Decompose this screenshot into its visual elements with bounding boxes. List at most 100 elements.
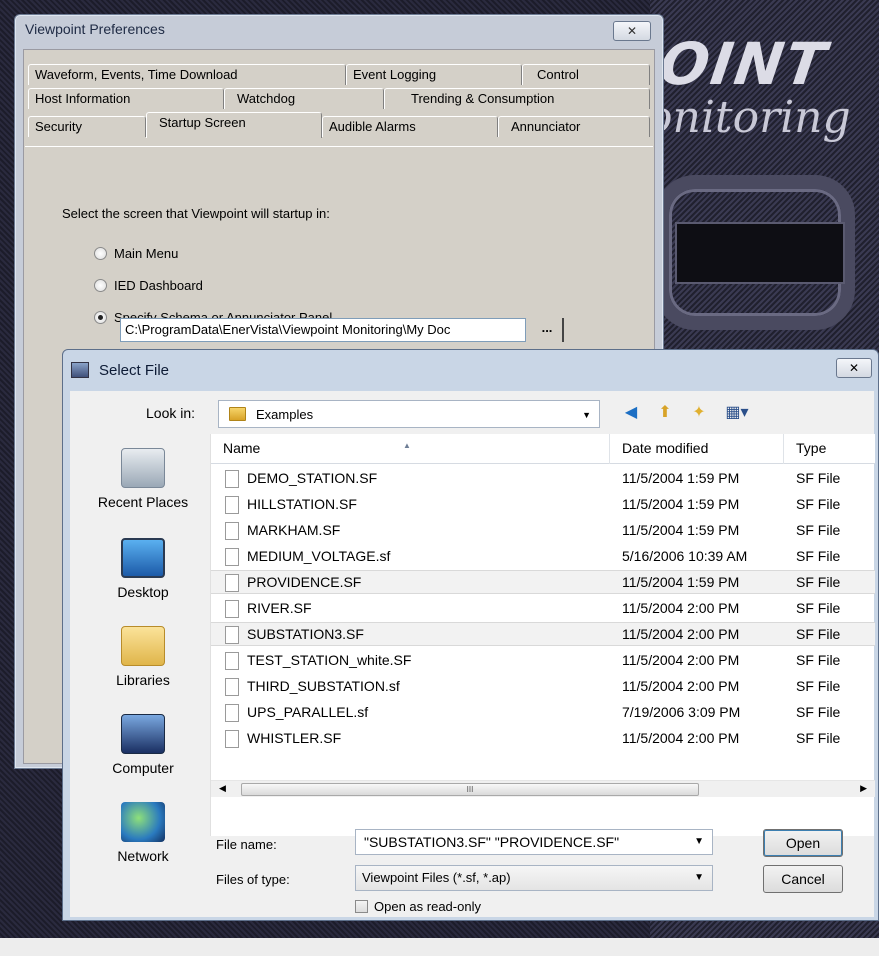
radio-button-checked[interactable] — [94, 311, 107, 324]
read-only-label: Open as read-only — [374, 899, 481, 914]
column-header-date[interactable]: Date modified — [610, 434, 784, 464]
places-bar: Recent Places Desktop Libraries Computer… — [82, 434, 204, 864]
close-icon: ✕ — [626, 24, 638, 38]
radio-main-menu[interactable]: Main Menu — [94, 246, 178, 261]
file-type: SF File — [796, 678, 841, 694]
file-date: 11/5/2004 1:59 PM — [622, 470, 740, 486]
place-network[interactable]: Network — [82, 802, 204, 864]
file-row[interactable]: HILLSTATION.SF 11/5/2004 1:59 PM SF File — [211, 493, 875, 517]
file-row-selected[interactable]: SUBSTATION3.SF 11/5/2004 2:00 PM SF File — [211, 622, 875, 646]
close-icon: ✕ — [848, 361, 860, 375]
preferences-title: Viewpoint Preferences — [25, 21, 165, 37]
file-name: RIVER.SF — [247, 600, 312, 616]
tab-event-logging[interactable]: Event Logging — [346, 64, 522, 85]
place-libraries[interactable]: Libraries — [82, 626, 204, 688]
dialog-close-button[interactable]: ✕ — [836, 358, 872, 378]
file-row[interactable]: DEMO_STATION.SF 11/5/2004 1:59 PM SF Fil… — [211, 467, 875, 491]
radio-button[interactable] — [94, 247, 107, 260]
column-header-name[interactable]: ▲ Name — [211, 434, 610, 464]
tab-trending-consumption[interactable]: Trending & Consumption — [384, 88, 650, 109]
file-name: PROVIDENCE.SF — [247, 574, 362, 590]
file-icon — [225, 574, 239, 592]
open-button[interactable]: Open — [763, 829, 843, 857]
chevron-down-icon[interactable]: ▼ — [694, 830, 704, 854]
place-computer[interactable]: Computer — [82, 714, 204, 776]
file-type: SF File — [796, 522, 841, 538]
place-desktop[interactable]: Desktop — [82, 538, 204, 600]
file-icon — [225, 470, 239, 488]
radio-label: IED Dashboard — [114, 278, 203, 293]
scrollbar-grip: III — [466, 785, 474, 794]
back-icon[interactable]: ◀ — [620, 402, 642, 424]
file-row[interactable]: UPS_PARALLEL.sf 7/19/2006 3:09 PM SF Fil… — [211, 701, 875, 725]
dialog-toolbar: ◀ ⬆ ✦ ▦▾ — [620, 402, 752, 424]
file-date: 11/5/2004 1:59 PM — [622, 496, 740, 512]
file-name: TEST_STATION_white.SF — [247, 652, 412, 668]
column-label: Date modified — [622, 440, 709, 456]
file-date: 11/5/2004 2:00 PM — [622, 626, 740, 642]
files-of-type-dropdown[interactable]: Viewpoint Files (*.sf, *.ap) ▼ — [355, 865, 713, 891]
new-folder-icon[interactable]: ✦ — [688, 402, 710, 424]
file-name-input[interactable]: "SUBSTATION3.SF" "PROVIDENCE.SF" ▼ — [355, 829, 713, 855]
taskbar-strip — [0, 938, 879, 956]
desktop-icon — [121, 538, 165, 578]
file-row-selected[interactable]: PROVIDENCE.SF 11/5/2004 1:59 PM SF File — [211, 570, 875, 594]
view-menu-icon[interactable]: ▦▾ — [722, 402, 752, 424]
file-row[interactable]: RIVER.SF 11/5/2004 2:00 PM SF File — [211, 597, 875, 621]
radio-label: Main Menu — [114, 246, 179, 261]
file-date: 11/5/2004 1:59 PM — [622, 574, 740, 590]
file-type: SF File — [796, 704, 841, 720]
cancel-button[interactable]: Cancel — [763, 865, 843, 893]
look-in-dropdown[interactable]: Examples ▼ — [218, 400, 600, 428]
sort-ascending-icon: ▲ — [403, 441, 411, 450]
tab-annunciator[interactable]: Annunciator — [498, 116, 650, 137]
column-header-type[interactable]: Type — [784, 434, 875, 464]
file-name-value: "SUBSTATION3.SF" "PROVIDENCE.SF" — [364, 834, 620, 850]
file-row[interactable]: MARKHAM.SF 11/5/2004 1:59 PM SF File — [211, 519, 875, 543]
file-row[interactable]: TEST_STATION_white.SF 11/5/2004 2:00 PM … — [211, 649, 875, 673]
tab-startup-screen[interactable]: Startup Screen — [146, 112, 322, 138]
column-label: Type — [796, 440, 827, 456]
dialog-title: Select File — [99, 361, 170, 379]
file-name: MARKHAM.SF — [247, 522, 341, 538]
scroll-left-icon[interactable]: ◀ — [219, 783, 226, 794]
read-only-option[interactable]: Open as read-only — [355, 899, 481, 914]
horizontal-scrollbar[interactable]: ◀ III ▶ — [211, 780, 875, 797]
libraries-icon — [121, 626, 165, 666]
file-date: 11/5/2004 2:00 PM — [622, 652, 740, 668]
preferences-close-button[interactable]: ✕ — [613, 21, 651, 41]
tab-watchdog[interactable]: Watchdog — [224, 88, 384, 109]
file-row[interactable]: MEDIUM_VOLTAGE.sf 5/16/2006 10:39 AM SF … — [211, 545, 875, 569]
place-recent-places[interactable]: Recent Places — [82, 448, 204, 510]
file-date: 11/5/2004 2:00 PM — [622, 730, 740, 746]
tab-audible-alarms[interactable]: Audible Alarms — [322, 116, 498, 137]
file-name: DEMO_STATION.SF — [247, 470, 378, 486]
tab-security[interactable]: Security — [28, 116, 146, 137]
file-icon — [225, 704, 239, 722]
browse-button[interactable]: ... — [532, 318, 564, 342]
file-row[interactable]: THIRD_SUBSTATION.sf 11/5/2004 2:00 PM SF… — [211, 675, 875, 699]
look-in-label: Look in: — [146, 405, 196, 421]
tab-waveform-events[interactable]: Waveform, Events, Time Download — [28, 64, 346, 85]
radio-ied-dashboard[interactable]: IED Dashboard — [94, 278, 203, 293]
schema-path-input[interactable]: C:\ProgramData\EnerVista\Viewpoint Monit… — [120, 318, 526, 342]
scrollbar-thumb[interactable]: III — [241, 783, 699, 796]
radio-button[interactable] — [94, 279, 107, 292]
tab-control[interactable]: Control — [522, 64, 650, 85]
scroll-right-icon[interactable]: ▶ — [860, 783, 867, 794]
file-row[interactable]: WHISTLER.SF 11/5/2004 2:00 PM SF File — [211, 727, 875, 751]
file-icon — [225, 678, 239, 696]
network-icon — [121, 802, 165, 842]
file-name-label: File name: — [216, 837, 277, 852]
background-screen — [675, 222, 845, 284]
app-window-icon — [71, 362, 89, 378]
file-type: SF File — [796, 470, 841, 486]
file-type: SF File — [796, 626, 841, 642]
file-name: SUBSTATION3.SF — [247, 626, 364, 642]
read-only-checkbox[interactable] — [355, 900, 368, 913]
up-folder-icon[interactable]: ⬆ — [654, 402, 676, 424]
file-name: UPS_PARALLEL.sf — [247, 704, 369, 720]
file-type: SF File — [796, 600, 841, 616]
tab-host-information[interactable]: Host Information — [28, 88, 224, 109]
file-icon — [225, 626, 239, 644]
